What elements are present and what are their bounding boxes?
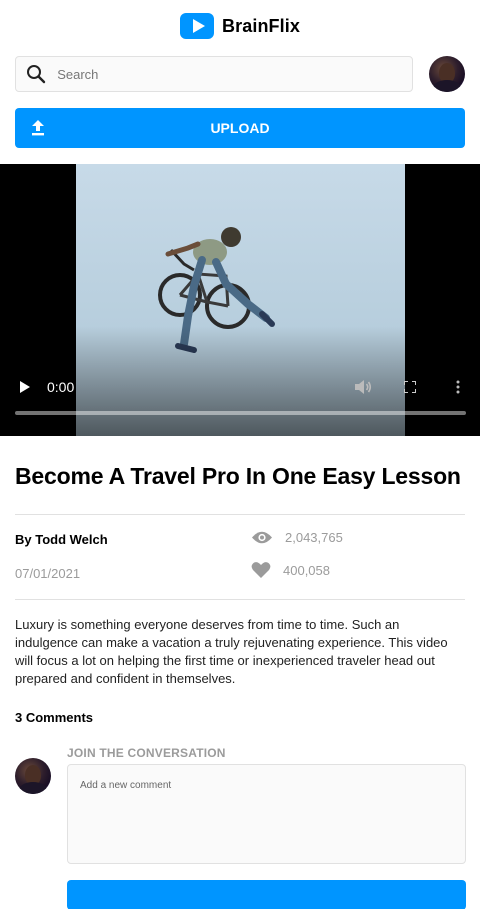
app-header: BrainFlix: [0, 0, 480, 52]
video-title: Become A Travel Pro In One Easy Lesson: [15, 463, 461, 489]
likes-count: 400,058: [283, 562, 330, 578]
search-icon: [26, 63, 46, 85]
likes-stat[interactable]: 400,058: [251, 561, 330, 579]
brand-name: BrainFlix: [222, 15, 300, 36]
current-time: 0:00: [47, 379, 75, 395]
fullscreen-icon[interactable]: [404, 381, 416, 393]
comment-form: JOIN THE CONVERSATION: [0, 745, 480, 909]
upload-icon: [32, 120, 44, 136]
search-bar[interactable]: [15, 56, 413, 92]
video-date: 07/01/2021: [15, 566, 81, 581]
play-logo-icon: [180, 13, 215, 39]
views-stat: 2,043,765: [251, 530, 343, 545]
more-icon[interactable]: [456, 380, 460, 394]
upload-label: UPLOAD: [210, 120, 270, 136]
comments-count: 3 Comments: [15, 710, 94, 725]
video-author: By Todd Welch: [15, 532, 108, 547]
video-meta: By Todd Welch 07/01/2021 2,043,765 400,0…: [0, 515, 480, 599]
user-avatar: [15, 758, 51, 794]
eye-icon: [252, 531, 272, 544]
upload-button[interactable]: UPLOAD: [15, 108, 465, 148]
play-icon[interactable]: [20, 381, 30, 393]
video-description: Luxury is something everyone deserves fr…: [15, 617, 448, 686]
user-avatar[interactable]: [429, 56, 465, 92]
search-row: [0, 56, 480, 92]
comment-button[interactable]: [67, 880, 466, 909]
heart-icon: [251, 562, 271, 578]
volume-icon[interactable]: [354, 379, 372, 395]
join-label: JOIN THE CONVERSATION: [67, 746, 226, 760]
brand-logo[interactable]: BrainFlix: [180, 13, 300, 39]
search-input[interactable]: [57, 66, 412, 82]
views-count: 2,043,765: [285, 530, 343, 545]
video-player[interactable]: 0:00: [0, 164, 480, 436]
comment-input[interactable]: [67, 764, 466, 864]
progress-bar[interactable]: [15, 411, 466, 415]
